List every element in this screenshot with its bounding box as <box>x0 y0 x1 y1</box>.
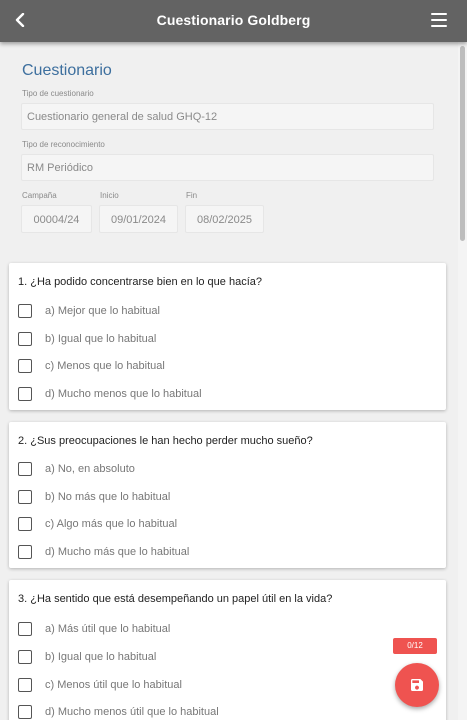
option-label: d) Mucho más que lo habitual <box>45 546 190 558</box>
inicio-field: 09/01/2024 <box>99 205 178 233</box>
floppy-disk-icon <box>411 679 423 691</box>
save-button[interactable] <box>395 663 439 707</box>
checkbox[interactable] <box>18 332 32 346</box>
option-3d[interactable]: d) Mucho menos útil que lo habitual <box>18 702 219 720</box>
checkbox[interactable] <box>18 545 32 559</box>
option-1b[interactable]: b) Igual que lo habitual <box>18 329 156 349</box>
option-1d[interactable]: d) Mucho menos que lo habitual <box>18 384 202 404</box>
app-title: Cuestionario Goldberg <box>156 12 311 28</box>
option-label: c) Menos que lo habitual <box>45 360 165 372</box>
option-label: b) Igual que lo habitual <box>45 333 157 345</box>
option-2c[interactable]: c) Algo más que lo habitual <box>18 514 177 534</box>
fin-field: 08/02/2025 <box>185 205 264 233</box>
scrollbar[interactable] <box>458 42 467 720</box>
question-card-3: 3. ¿Ha sentido que está desempeñando un … <box>9 580 446 720</box>
campana-label: Campaña <box>22 191 57 200</box>
checkbox[interactable] <box>18 517 32 531</box>
campana-field: 00004/24 <box>21 205 92 233</box>
option-label: b) No más que lo habitual <box>45 491 171 503</box>
option-label: d) Mucho menos que lo habitual <box>45 388 202 400</box>
checkbox[interactable] <box>18 622 32 636</box>
checkbox[interactable] <box>18 678 32 692</box>
question-text: 3. ¿Ha sentido que está desempeñando un … <box>18 593 333 605</box>
question-card-1: 1. ¿Ha podido concentrarse bien en lo qu… <box>9 263 446 410</box>
scrollbar-thumb[interactable] <box>460 46 465 241</box>
checkbox[interactable] <box>18 490 32 504</box>
inicio-label: Inicio <box>100 191 119 200</box>
option-2a[interactable]: a) No, en absoluto <box>18 459 135 479</box>
hamburger-menu-icon[interactable] <box>431 13 447 27</box>
checkbox[interactable] <box>18 304 32 318</box>
section-title: Cuestionario <box>22 62 112 79</box>
fin-label: Fin <box>186 191 198 200</box>
option-2b[interactable]: b) No más que lo habitual <box>18 487 170 507</box>
option-3b[interactable]: b) Igual que lo habitual <box>18 647 156 667</box>
checkbox[interactable] <box>18 462 32 476</box>
question-card-2: 2. ¿Sus preocupaciones le han hecho perd… <box>9 422 446 568</box>
inicio-col: Inicio 09/01/2024 <box>99 191 178 243</box>
option-label: a) Más útil que lo habitual <box>45 623 171 635</box>
option-label: d) Mucho menos útil que lo habitual <box>45 706 219 718</box>
fin-col: Fin 08/02/2025 <box>185 191 264 243</box>
checkbox[interactable] <box>18 705 32 719</box>
option-label: c) Menos útil que lo habitual <box>45 679 182 691</box>
tipo-reconocimiento-field: RM Periódico <box>21 154 434 181</box>
checkbox[interactable] <box>18 387 32 401</box>
option-1c[interactable]: c) Menos que lo habitual <box>18 356 165 376</box>
question-text: 1. ¿Ha podido concentrarse bien en lo qu… <box>18 276 262 288</box>
question-text: 2. ¿Sus preocupaciones le han hecho perd… <box>18 435 313 447</box>
option-3c[interactable]: c) Menos útil que lo habitual <box>18 675 182 695</box>
option-label: b) Igual que lo habitual <box>45 651 157 663</box>
tipo-cuestionario-label: Tipo de cuestionario <box>22 89 94 98</box>
option-label: a) No, en absoluto <box>45 463 135 475</box>
app-bar: Cuestionario Goldberg <box>0 0 467 42</box>
checkbox[interactable] <box>18 650 32 664</box>
option-label: a) Mejor que lo habitual <box>45 305 160 317</box>
tipo-reconocimiento-label: Tipo de reconocimiento <box>22 140 105 149</box>
scroll-content[interactable]: Cuestionario Tipo de cuestionario Cuesti… <box>0 42 458 720</box>
checkbox[interactable] <box>18 359 32 373</box>
dates-row: Campaña 00004/24 Inicio 09/01/2024 Fin 0… <box>21 191 434 243</box>
option-2d[interactable]: d) Mucho más que lo habitual <box>18 542 189 562</box>
campana-col: Campaña 00004/24 <box>21 191 92 243</box>
tipo-cuestionario-field: Cuestionario general de salud GHQ-12 <box>21 103 434 130</box>
option-1a[interactable]: a) Mejor que lo habitual <box>18 301 160 321</box>
progress-counter-badge: 0/12 <box>393 638 437 654</box>
option-3a[interactable]: a) Más útil que lo habitual <box>18 619 170 639</box>
questionnaire-header: Cuestionario Tipo de cuestionario Cuesti… <box>0 42 458 260</box>
option-label: c) Algo más que lo habitual <box>45 518 178 530</box>
